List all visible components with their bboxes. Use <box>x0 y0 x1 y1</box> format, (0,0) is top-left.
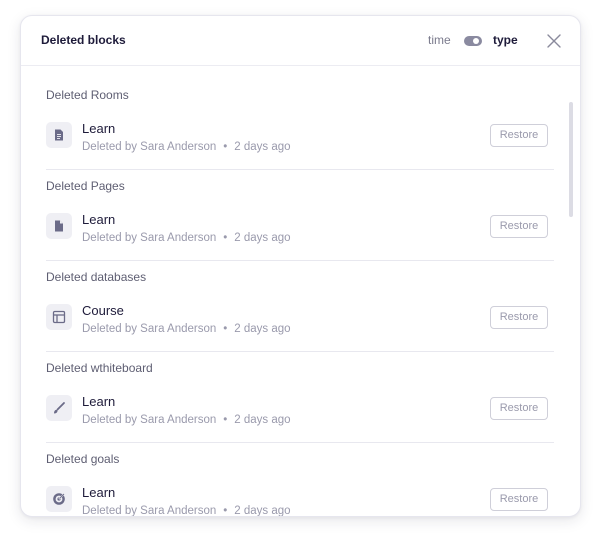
item-meta: Deleted by Sara Anderson • 2 days ago <box>82 232 291 244</box>
deleted-by-text: Deleted by Sara Anderson <box>82 232 217 244</box>
list-scrollbar[interactable] <box>569 102 573 217</box>
item-name: Learn <box>82 394 116 409</box>
section-title: Deleted Rooms <box>46 88 129 102</box>
item-icon-box <box>46 304 72 330</box>
item-meta: Deleted by Sara Anderson • 2 days ago <box>82 323 291 335</box>
item-meta: Deleted by Sara Anderson • 2 days ago <box>82 141 291 153</box>
time-ago-text: 2 days ago <box>234 232 291 244</box>
restore-button[interactable]: Restore <box>490 215 548 238</box>
item-icon-box <box>46 395 72 421</box>
item-icon-box <box>46 486 72 512</box>
section-title: Deleted goals <box>46 452 120 466</box>
meta-separator: • <box>223 141 228 153</box>
modal-header: Deleted blocks time type <box>21 16 580 66</box>
target-icon <box>53 492 66 505</box>
section-deleted-goals: Deleted goals Learn Deleted by Sara Ande… <box>46 430 554 516</box>
document-icon <box>55 129 63 141</box>
brush-icon <box>54 402 65 414</box>
toggle-knob <box>473 38 479 44</box>
sort-type-label[interactable]: type <box>493 33 518 47</box>
deleted-list: Deleted Rooms Learn Deleted by Sara Ande… <box>21 66 580 516</box>
section-title: Deleted databases <box>46 270 147 284</box>
item-meta: Deleted by Sara Anderson • 2 days ago <box>82 414 291 426</box>
meta-separator: • <box>223 232 228 244</box>
sort-toggle[interactable] <box>464 36 482 46</box>
restore-button[interactable]: Restore <box>490 306 548 329</box>
deleted-by-text: Deleted by Sara Anderson <box>82 141 217 153</box>
section-title: Deleted wthiteboard <box>46 361 153 375</box>
restore-button[interactable]: Restore <box>490 488 548 511</box>
section-deleted-rooms: Deleted Rooms Learn Deleted by Sara Ande… <box>46 66 554 170</box>
close-button[interactable] <box>544 31 564 51</box>
deleted-by-text: Deleted by Sara Anderson <box>82 505 217 516</box>
item-name: Learn <box>82 485 116 500</box>
item-icon-box <box>46 213 72 239</box>
item-meta: Deleted by Sara Anderson • 2 days ago <box>82 505 291 516</box>
deleted-by-text: Deleted by Sara Anderson <box>82 414 217 426</box>
table-icon <box>52 310 66 324</box>
time-ago-text: 2 days ago <box>234 505 291 516</box>
close-icon <box>547 34 561 48</box>
meta-separator: • <box>223 323 228 335</box>
section-deleted-whiteboard: Deleted wthiteboard Learn Deleted by Sar… <box>46 339 554 443</box>
time-ago-text: 2 days ago <box>234 414 291 426</box>
deleted-by-text: Deleted by Sara Anderson <box>82 323 217 335</box>
modal-title: Deleted blocks <box>41 33 126 47</box>
deleted-blocks-modal: Deleted blocks time type Deleted Rooms L… <box>20 15 581 517</box>
item-name: Learn <box>82 121 116 136</box>
sort-time-label[interactable]: time <box>428 33 451 47</box>
section-deleted-pages: Deleted Pages Learn Deleted by Sara Ande… <box>46 157 554 261</box>
item-name: Learn <box>82 212 116 227</box>
time-ago-text: 2 days ago <box>234 323 291 335</box>
section-title: Deleted Pages <box>46 179 125 193</box>
section-deleted-databases: Deleted databases Course Deleted by Sara… <box>46 248 554 352</box>
meta-separator: • <box>223 505 228 516</box>
item-name: Course <box>82 303 124 318</box>
item-icon-box <box>46 122 72 148</box>
page-icon <box>55 220 63 232</box>
meta-separator: • <box>223 414 228 426</box>
restore-button[interactable]: Restore <box>490 397 548 420</box>
page: Deleted blocks time type Deleted Rooms L… <box>0 0 600 540</box>
restore-button[interactable]: Restore <box>490 124 548 147</box>
time-ago-text: 2 days ago <box>234 141 291 153</box>
